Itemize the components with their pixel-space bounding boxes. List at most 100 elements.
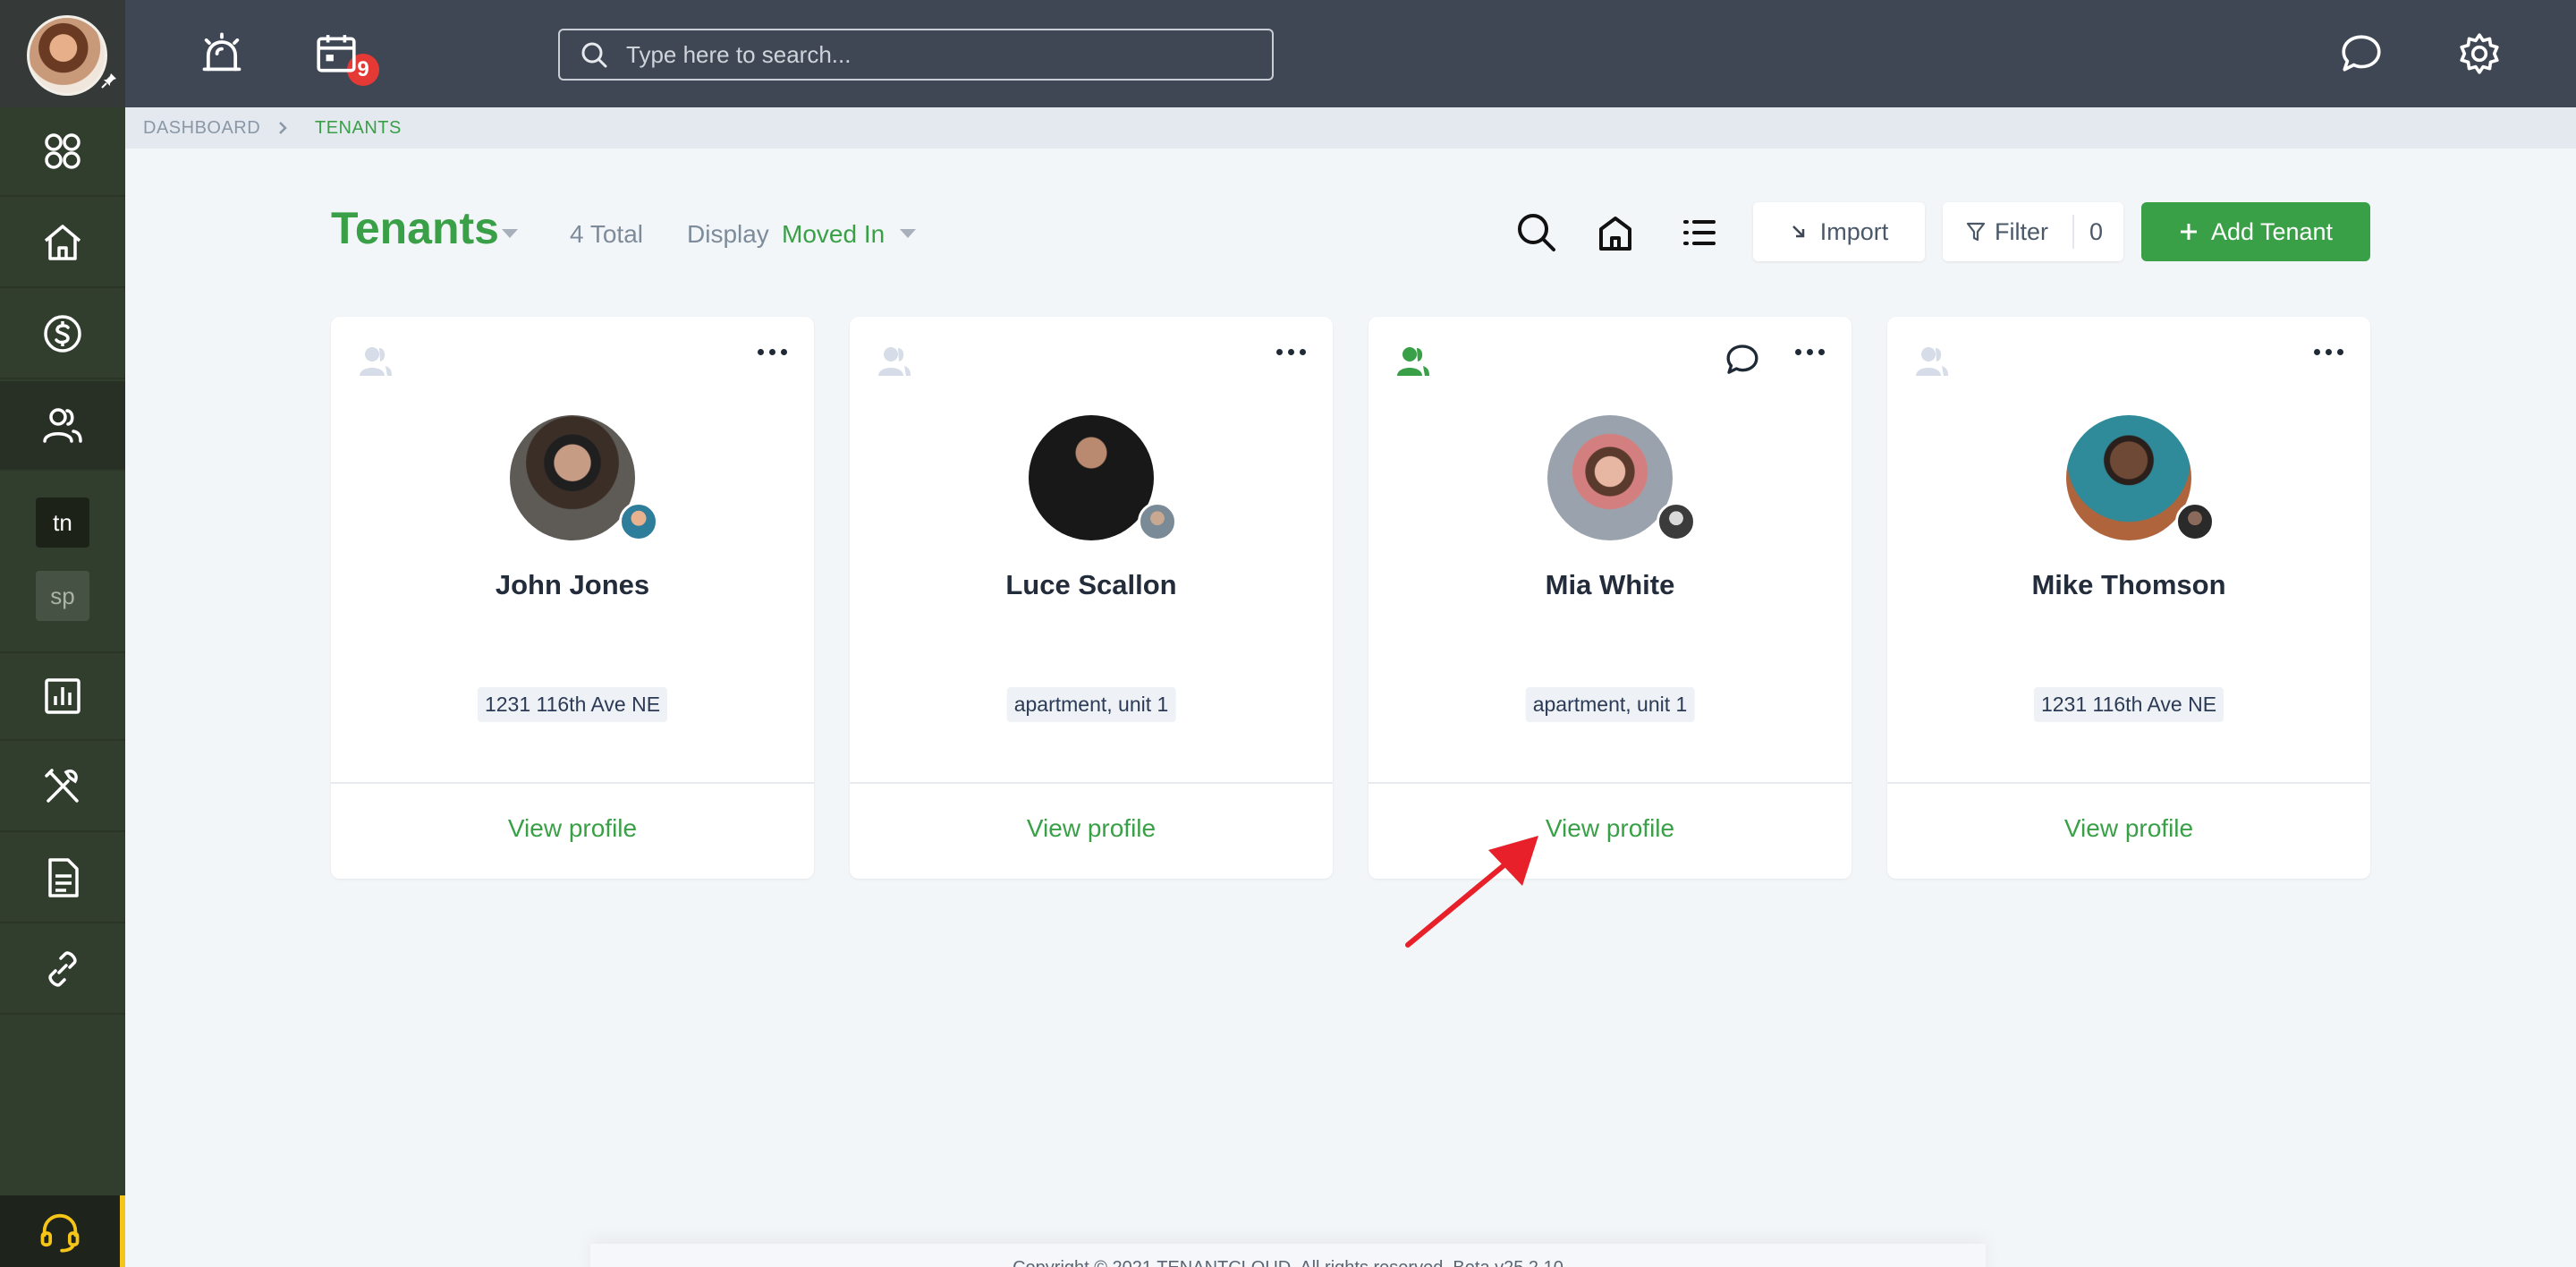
sidebar-profile bbox=[0, 0, 125, 107]
tenant-mini-avatar bbox=[619, 502, 658, 541]
document-icon bbox=[48, 858, 79, 897]
page-title[interactable]: Tenants bbox=[331, 202, 499, 254]
search-input[interactable] bbox=[626, 40, 1252, 69]
import-label: Import bbox=[1819, 217, 1889, 245]
chevron-right-icon bbox=[279, 122, 287, 134]
home-icon bbox=[44, 225, 81, 260]
search-view-button[interactable] bbox=[1512, 208, 1562, 258]
tenant-status-icon bbox=[360, 347, 392, 376]
sidebar-item-maintenance[interactable] bbox=[0, 743, 125, 832]
sidebar-item-accounting[interactable] bbox=[0, 290, 125, 379]
tenant-status-icon bbox=[878, 347, 911, 376]
view-profile-link[interactable]: View profile bbox=[331, 814, 814, 843]
tenant-status-icon bbox=[1916, 347, 1948, 376]
list-view-button[interactable] bbox=[1674, 208, 1724, 258]
tenant-avatar bbox=[2066, 415, 2191, 540]
user-avatar[interactable] bbox=[27, 15, 107, 96]
users-icon bbox=[43, 408, 82, 443]
messages-button[interactable] bbox=[2334, 27, 2388, 81]
alarm-bell-icon bbox=[202, 32, 242, 72]
tenant-avatar bbox=[1547, 415, 1673, 540]
sidebar-tag-tn[interactable]: tn bbox=[36, 497, 89, 548]
filter-button[interactable]: Filter 0 bbox=[1943, 202, 2123, 261]
card-more-button[interactable] bbox=[758, 349, 787, 355]
tenant-address[interactable]: 1231 116th Ave NE bbox=[477, 687, 668, 722]
sidebar-tag-sp[interactable]: sp bbox=[36, 571, 89, 621]
link-icon bbox=[48, 951, 77, 987]
title-dropdown-caret-icon[interactable] bbox=[502, 229, 518, 238]
display-label: Display bbox=[687, 220, 769, 248]
breadcrumb-tenants: TENANTS bbox=[315, 118, 402, 138]
sidebar-item-properties[interactable] bbox=[0, 199, 125, 288]
display-filter-select[interactable]: Moved In bbox=[782, 220, 885, 249]
calendar-icon bbox=[317, 35, 356, 72]
tenant-mini-avatar bbox=[1138, 502, 1177, 541]
card-divider bbox=[1887, 782, 2370, 784]
top-bar: 9 bbox=[125, 0, 2576, 107]
tenant-card: Mia White apartment, unit 1 View profile bbox=[1368, 317, 1852, 879]
tenant-name[interactable]: Mike Thomson bbox=[1887, 569, 2370, 601]
tools-icon bbox=[45, 769, 79, 803]
import-arrow-icon bbox=[1792, 225, 1804, 238]
filter-count: 0 bbox=[2089, 217, 2104, 245]
card-more-button[interactable] bbox=[1795, 349, 1825, 355]
annotation-arrow bbox=[1405, 836, 1538, 948]
tenant-name[interactable]: Luce Scallon bbox=[850, 569, 1333, 601]
tenant-status-active-icon bbox=[1397, 347, 1429, 376]
breadcrumb-dashboard[interactable]: DASHBOARD bbox=[143, 118, 260, 139]
pin-icon[interactable] bbox=[100, 72, 118, 89]
chat-bubble-icon bbox=[2342, 35, 2381, 72]
calendar-button[interactable] bbox=[309, 27, 363, 81]
list-icon bbox=[1683, 220, 1716, 245]
card-divider bbox=[1368, 782, 1852, 784]
tenant-card: John Jones 1231 116th Ave NE View profil… bbox=[331, 317, 814, 879]
plus-icon bbox=[2180, 224, 2197, 240]
tenant-card: Mike Thomson 1231 116th Ave NE View prof… bbox=[1887, 317, 2370, 879]
footer-copyright: Copyright © 2021 TENANTCLOUD. All rights… bbox=[590, 1244, 1986, 1267]
search-icon bbox=[1518, 214, 1555, 251]
tenant-address[interactable]: 1231 116th Ave NE bbox=[2033, 687, 2224, 722]
sidebar-item-tenants[interactable] bbox=[0, 381, 125, 471]
notifications-button[interactable] bbox=[195, 27, 249, 81]
search-box[interactable] bbox=[558, 29, 1274, 81]
card-more-button[interactable] bbox=[1276, 349, 1306, 355]
tenant-avatar bbox=[510, 415, 635, 540]
add-tenant-button[interactable]: Add Tenant bbox=[2141, 202, 2370, 261]
display-dropdown-caret-icon[interactable] bbox=[900, 229, 916, 238]
tenant-name[interactable]: Mia White bbox=[1368, 569, 1852, 601]
tenant-avatar bbox=[1029, 415, 1154, 540]
tenant-total-count: 4 Total bbox=[570, 220, 643, 248]
message-tenant-icon[interactable] bbox=[1724, 342, 1760, 378]
filter-label: Filter bbox=[1995, 217, 2048, 245]
sidebar: tn sp bbox=[0, 0, 125, 1267]
tenant-mini-avatar bbox=[2175, 502, 2215, 541]
headset-icon bbox=[40, 1213, 80, 1253]
add-tenant-label: Add Tenant bbox=[2210, 217, 2334, 245]
gear-icon bbox=[2460, 33, 2499, 74]
filter-funnel-icon bbox=[1966, 222, 1986, 242]
import-button[interactable]: Import bbox=[1753, 202, 1925, 261]
support-button[interactable] bbox=[0, 1195, 125, 1267]
tenant-card: Luce Scallon apartment, unit 1 View prof… bbox=[850, 317, 1333, 879]
bar-chart-icon bbox=[45, 678, 80, 714]
card-divider bbox=[850, 782, 1333, 784]
tenant-address[interactable]: apartment, unit 1 bbox=[1006, 687, 1176, 722]
filter-divider bbox=[2072, 215, 2074, 249]
search-icon bbox=[581, 42, 607, 68]
home-icon bbox=[1599, 217, 1631, 251]
sidebar-item-reports[interactable] bbox=[0, 651, 125, 741]
view-profile-link[interactable]: View profile bbox=[850, 814, 1333, 843]
sidebar-item-documents[interactable] bbox=[0, 834, 125, 923]
tenant-address[interactable]: apartment, unit 1 bbox=[1525, 687, 1695, 722]
sidebar-item-links[interactable] bbox=[0, 925, 125, 1015]
tenant-name[interactable]: John Jones bbox=[331, 569, 814, 601]
card-divider bbox=[331, 782, 814, 784]
apps-grid-icon bbox=[45, 133, 80, 169]
card-more-button[interactable] bbox=[2314, 349, 2343, 355]
dollar-circle-icon bbox=[44, 315, 81, 353]
view-profile-link[interactable]: View profile bbox=[1887, 814, 2370, 843]
settings-button[interactable] bbox=[2453, 27, 2506, 81]
tenant-mini-avatar bbox=[1657, 502, 1696, 541]
sidebar-item-apps[interactable] bbox=[0, 107, 125, 197]
property-view-button[interactable] bbox=[1590, 208, 1640, 258]
